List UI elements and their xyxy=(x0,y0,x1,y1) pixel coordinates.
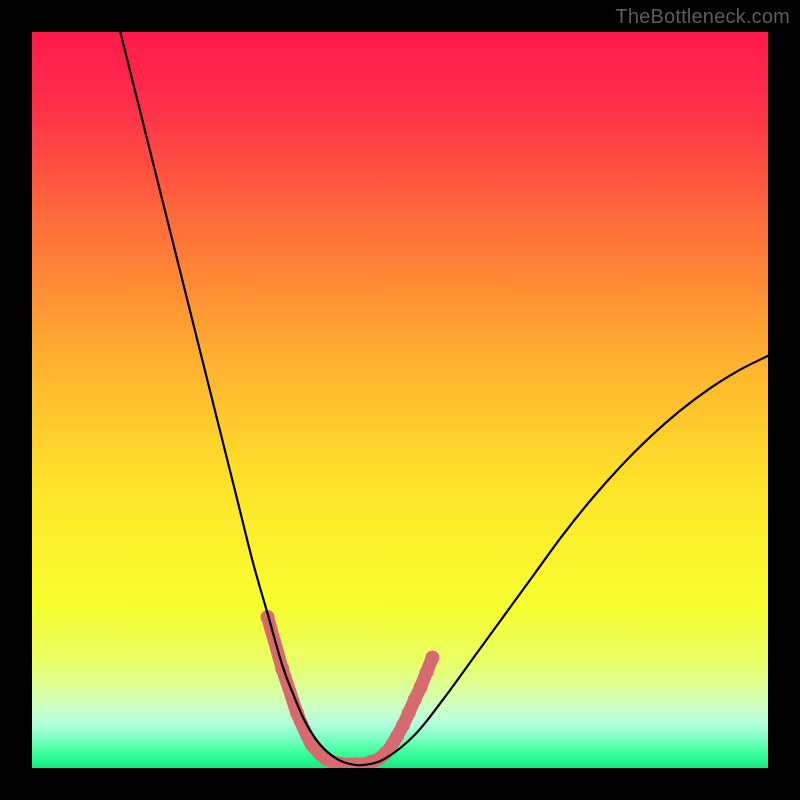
watermark-text: TheBottleneck.com xyxy=(615,6,790,29)
plot-area xyxy=(32,32,768,768)
curve-layer xyxy=(32,32,768,768)
bottleneck-curve xyxy=(120,32,768,765)
chart-frame: TheBottleneck.com xyxy=(0,0,800,800)
